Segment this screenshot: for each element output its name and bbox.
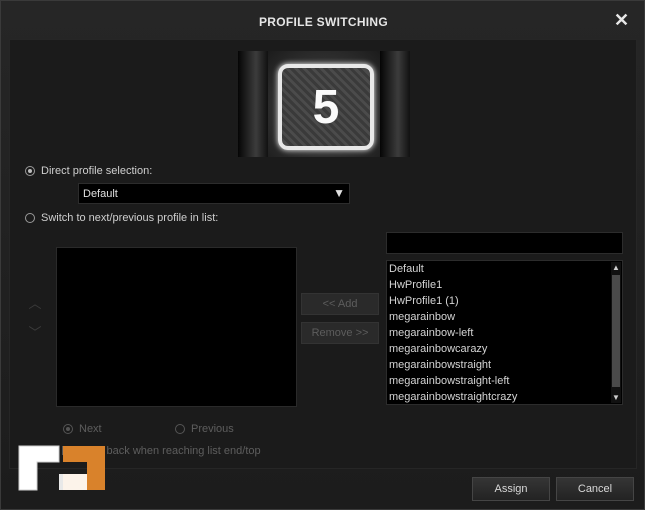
move-up-icon[interactable]: ︿ bbox=[27, 297, 43, 310]
remove-button[interactable]: Remove >> bbox=[301, 322, 379, 344]
list-item[interactable]: megarainbowstraightcrazy bbox=[389, 391, 517, 403]
list-item[interactable]: megarainbowstraight bbox=[389, 359, 491, 371]
direct-selection-label: Direct profile selection: bbox=[41, 165, 153, 177]
scroll-down-icon[interactable]: ▼ bbox=[611, 393, 621, 402]
next-label: Next bbox=[79, 423, 102, 435]
profile-number-key: 5 bbox=[278, 64, 374, 150]
dialog-title: PROFILE SWITCHING bbox=[258, 15, 389, 29]
profile-dropdown-value: Default bbox=[83, 188, 118, 200]
scroll-up-icon[interactable]: ▲ bbox=[611, 263, 621, 272]
list-item[interactable]: megarainbowstraight-left bbox=[389, 375, 509, 387]
profile-dropdown[interactable]: Default ▼ bbox=[78, 183, 350, 204]
profile-cycle-list[interactable] bbox=[56, 247, 297, 407]
next-radio[interactable] bbox=[63, 424, 73, 434]
list-item[interactable]: HwProfile1 (1) bbox=[389, 295, 459, 307]
site-logo bbox=[18, 445, 105, 491]
button-edge-right bbox=[380, 51, 410, 157]
list-scrollbar[interactable]: ▲ ▼ bbox=[611, 262, 621, 403]
list-item[interactable]: megarainbow-left bbox=[389, 327, 473, 339]
add-button[interactable]: << Add bbox=[301, 293, 379, 315]
profile-switching-dialog: PROFILE SWITCHING ✕ 5 Direct profile sel… bbox=[0, 0, 645, 510]
button-edge-left bbox=[238, 51, 268, 157]
profile-number: 5 bbox=[312, 80, 340, 134]
profile-filter-input[interactable] bbox=[386, 232, 623, 254]
move-down-icon[interactable]: ﹀ bbox=[27, 326, 43, 339]
previous-radio[interactable] bbox=[175, 424, 185, 434]
next-previous-label: Switch to next/previous profile in list: bbox=[41, 212, 219, 224]
available-profiles-list[interactable]: Default HwProfile1 HwProfile1 (1) megara… bbox=[386, 260, 623, 405]
next-previous-radio[interactable] bbox=[25, 213, 35, 223]
cancel-button[interactable]: Cancel bbox=[556, 477, 634, 501]
direct-selection-radio[interactable] bbox=[25, 166, 35, 176]
chevron-down-icon[interactable]: ▼ bbox=[333, 186, 345, 200]
list-item[interactable]: megarainbowcarazy bbox=[389, 343, 487, 355]
list-item[interactable]: Default bbox=[389, 263, 424, 275]
assign-button[interactable]: Assign bbox=[472, 477, 550, 501]
previous-label: Previous bbox=[191, 423, 234, 435]
list-item[interactable]: HwProfile1 bbox=[389, 279, 442, 291]
close-icon[interactable]: ✕ bbox=[614, 11, 630, 29]
profile-button-image: 5 bbox=[238, 51, 410, 157]
list-item[interactable]: megarainbow bbox=[389, 311, 455, 323]
scrollbar-thumb[interactable] bbox=[612, 275, 620, 387]
